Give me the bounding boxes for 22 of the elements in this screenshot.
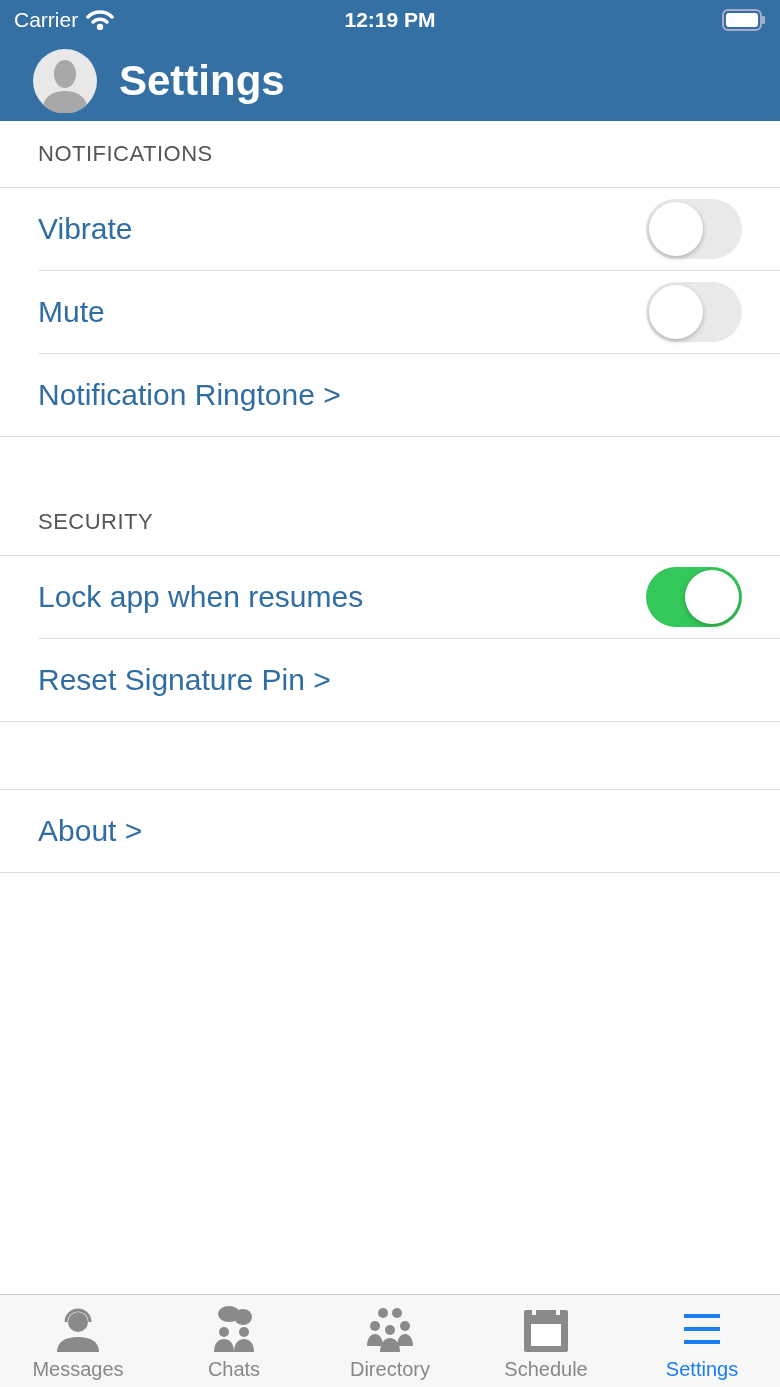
tab-bar-item[interactable]: Schedule	[468, 1295, 624, 1387]
setting-label: Mute	[38, 295, 105, 329]
setting-link[interactable]: Notification Ringtone >	[38, 378, 341, 412]
toggle-switch[interactable]	[646, 567, 742, 627]
section-header: SECURITY	[38, 509, 154, 535]
setting-link[interactable]: Reset Signature Pin >	[38, 663, 331, 697]
section-header: NOTIFICATIONS	[38, 141, 213, 167]
tab-bar-item[interactable]: Chats	[156, 1295, 312, 1387]
tab-bar-item[interactable]: Settings	[624, 1295, 780, 1387]
battery-icon	[722, 9, 766, 31]
tab-bar-item[interactable]: Directory	[312, 1295, 468, 1387]
toggle-switch[interactable]	[646, 282, 742, 342]
toggle-switch[interactable]	[646, 199, 742, 259]
clock-time: 12:19 PM	[344, 8, 436, 32]
avatar-icon[interactable]	[33, 48, 97, 113]
setting-link[interactable]: About >	[38, 814, 143, 848]
setting-label: Vibrate	[38, 212, 133, 246]
page-title: Settings	[119, 56, 285, 105]
carrier-label: Carrier	[14, 8, 79, 32]
wifi-icon	[86, 10, 115, 30]
setting-label: Lock app when resumes	[38, 580, 364, 614]
tab-bar-item[interactable]: Messages	[0, 1295, 156, 1387]
